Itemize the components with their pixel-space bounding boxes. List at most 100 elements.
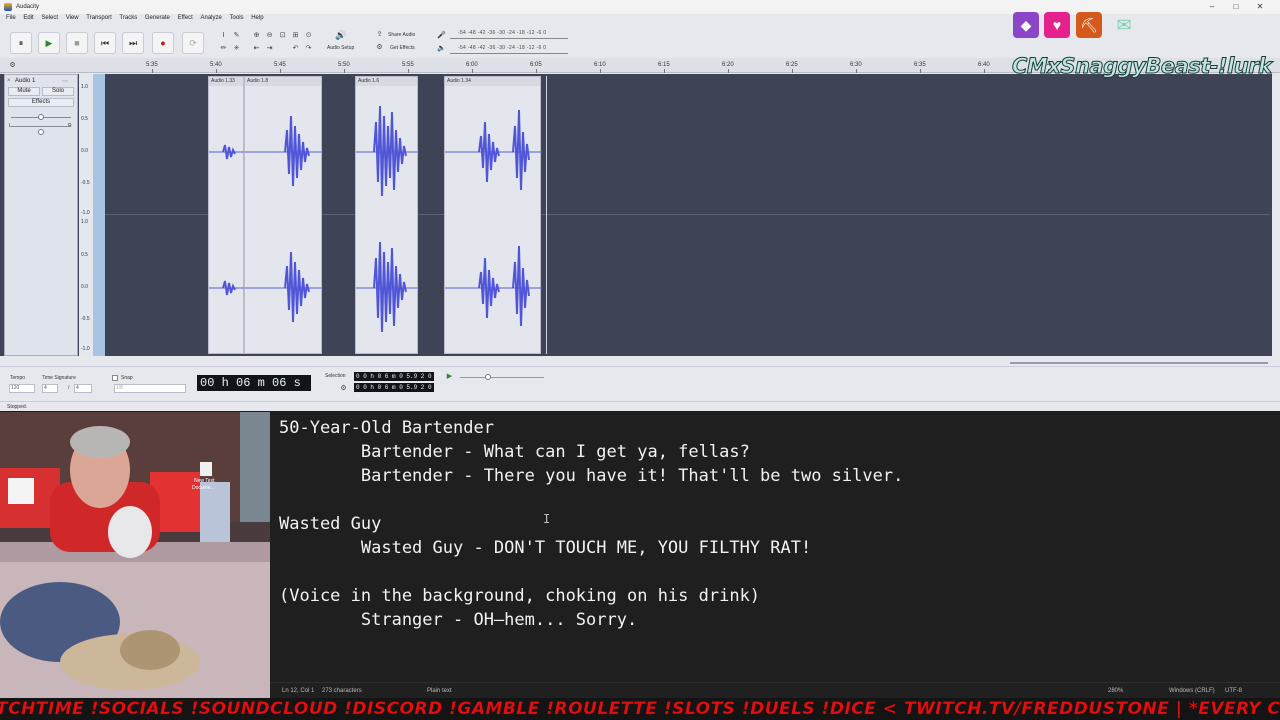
clip-name[interactable]: Audio 1.33 — [209, 77, 243, 86]
ruler-tick: 5:55 — [402, 62, 414, 68]
cursor-position: Ln 12, Col 1 — [282, 688, 315, 694]
menu-analyze[interactable]: Analyze — [200, 15, 221, 21]
scale-label: 0.5 — [81, 116, 88, 122]
pause-button[interactable]: ⏸ — [10, 32, 32, 54]
scale-label: 0.5 — [81, 252, 88, 258]
time-signature-numerator[interactable]: 4 — [42, 384, 58, 393]
audio-clip[interactable]: Audio 1.33 — [208, 76, 245, 354]
menu-select[interactable]: Select — [41, 15, 58, 21]
menu-view[interactable]: View — [66, 15, 79, 21]
snap-select[interactable]: 1/8 — [114, 384, 186, 393]
skip-start-button[interactable]: ⏮ — [94, 32, 116, 54]
effects-button[interactable]: Effects — [8, 98, 74, 107]
zoom-level: 280% — [1108, 688, 1124, 694]
selection-start-time[interactable]: 0 0 h 0 6 m 0 5.9 2 0 s — [354, 372, 434, 389]
redo-icon[interactable]: ↷ — [303, 43, 314, 54]
notepad-window: 50-Year-Old Bartender Bartender - What c… — [270, 412, 1280, 698]
menu-edit[interactable]: Edit — [23, 15, 33, 21]
menu-help[interactable]: Help — [251, 15, 263, 21]
ruler-tick-mark — [600, 69, 601, 73]
share-audio-button[interactable]: Share Audio — [388, 32, 415, 38]
speaker-meter-icon: 🔈 — [437, 45, 446, 52]
close-icon[interactable]: ✕ — [1248, 2, 1272, 11]
play-at-speed-icon[interactable]: ▶ — [444, 371, 455, 382]
play-speed-thumb[interactable] — [485, 374, 491, 380]
skip-end-button[interactable]: ⏭ — [122, 32, 144, 54]
selection-end-time[interactable]: 0 0 h 0 6 m 0 5.9 2 0 s — [354, 383, 434, 400]
silence-icon[interactable]: ⇥ — [264, 43, 275, 54]
zoom-toggle-icon[interactable]: ⊙ — [303, 30, 314, 41]
record-meter[interactable] — [450, 38, 568, 39]
gain-slider-thumb[interactable] — [38, 114, 44, 120]
loop-button[interactable]: ⟳ — [182, 32, 204, 54]
timeline-options-icon[interactable]: ⚙ — [7, 60, 18, 71]
zoom-in-icon[interactable]: ⊕ — [251, 30, 262, 41]
horizontal-scrollbar[interactable] — [1010, 362, 1268, 364]
track-selection-strip[interactable] — [93, 74, 105, 356]
mute-button[interactable]: Mute — [8, 87, 40, 96]
multi-tool-icon[interactable]: ✳ — [231, 43, 242, 54]
track-area[interactable] — [0, 74, 1272, 356]
get-effects-button[interactable]: Get Effects — [390, 45, 415, 51]
play-button[interactable]: ▶ — [38, 32, 60, 54]
record-meter-scale: -54 -48 -42 -36 -30 -24 -18 -12 -6 0 — [458, 30, 547, 36]
scale-label: -1.0 — [81, 210, 90, 216]
menu-tools[interactable]: Tools — [230, 15, 244, 21]
minimize-icon[interactable]: – — [1200, 2, 1224, 11]
track-name[interactable]: Audio 1 — [15, 78, 35, 84]
play-speed-slider[interactable] — [460, 377, 544, 378]
text-line: 50-Year-Old Bartender — [279, 418, 494, 438]
pan-slider-thumb[interactable] — [38, 129, 44, 135]
get-effects-icon[interactable]: ⚙ — [374, 42, 385, 53]
vertical-scale[interactable]: 1.0 0.5 0.0 -0.5 -1.0 1.0 0.5 0.0 -0.5 -… — [79, 74, 93, 356]
menu-tracks[interactable]: Tracks — [119, 15, 137, 21]
ruler-tick-mark — [856, 69, 857, 73]
pan-slider[interactable] — [11, 126, 71, 127]
audio-clip[interactable]: Audio 1.8 — [244, 76, 323, 354]
menu-transport[interactable]: Transport — [86, 15, 111, 21]
selection-options-icon[interactable]: ⚙ — [338, 383, 349, 394]
clip-name[interactable]: Audio 1.8 — [245, 77, 321, 86]
envelope-tool-icon[interactable]: ✎ — [231, 30, 242, 41]
zoom-out-icon[interactable]: ⊖ — [264, 30, 275, 41]
menu-effect[interactable]: Effect — [178, 15, 193, 21]
text-line — [279, 488, 1269, 512]
speaker-icon[interactable]: 🔊 — [335, 30, 346, 41]
selection-label: Selection — [325, 373, 346, 379]
snap-checkbox[interactable] — [112, 375, 118, 381]
audio-setup-button[interactable]: Audio Setup — [327, 45, 354, 51]
time-display[interactable]: 00 h 06 m 06 s — [197, 375, 311, 391]
trim-icon[interactable]: ⇤ — [251, 43, 262, 54]
maximize-icon[interactable]: □ — [1224, 2, 1248, 11]
track-close-icon[interactable]: × — [7, 78, 11, 84]
fit-project-icon[interactable]: ⊞ — [290, 30, 301, 41]
menu-file[interactable]: File — [6, 15, 16, 21]
audio-clip[interactable]: Audio 1.34 — [444, 76, 542, 354]
time-signature-slash: / — [68, 385, 70, 391]
mic-icon: 🎤 — [437, 32, 446, 39]
fit-selection-icon[interactable]: ⊡ — [277, 30, 288, 41]
share-audio-icon[interactable]: ⇪ — [374, 29, 385, 40]
time-signature-denominator[interactable]: 4 — [74, 384, 92, 393]
clip-name[interactable]: Audio 1.6 — [356, 77, 417, 86]
select-tool-icon[interactable]: I — [218, 30, 229, 41]
ruler-tick-mark — [344, 69, 345, 73]
playback-meter[interactable] — [450, 53, 568, 54]
text-line: Wasted Guy - DON'T TOUCH ME, YOU FILTHY … — [279, 538, 812, 558]
ruler-tick-mark — [408, 69, 409, 73]
audio-clip[interactable]: Audio 1.6 — [355, 76, 419, 354]
undo-icon[interactable]: ↶ — [290, 43, 301, 54]
record-button[interactable]: ● — [152, 32, 174, 54]
script-text-area[interactable]: 50-Year-Old Bartender Bartender - What c… — [279, 416, 1269, 632]
menu-generate[interactable]: Generate — [145, 15, 170, 21]
scale-label: -1.0 — [81, 346, 90, 352]
ruler-tick: 5:40 — [210, 62, 222, 68]
tempo-input[interactable]: 120 — [9, 384, 35, 393]
ruler-tick-mark — [792, 69, 793, 73]
menu-bar: File Edit Select View Transport Tracks G… — [0, 15, 264, 25]
stop-button[interactable]: ■ — [66, 32, 88, 54]
track-menu-icon[interactable]: ⋯ — [62, 78, 68, 85]
clip-name[interactable]: Audio 1.34 — [445, 77, 540, 86]
solo-button[interactable]: Solo — [42, 87, 74, 96]
draw-tool-icon[interactable]: ✏ — [218, 43, 229, 54]
